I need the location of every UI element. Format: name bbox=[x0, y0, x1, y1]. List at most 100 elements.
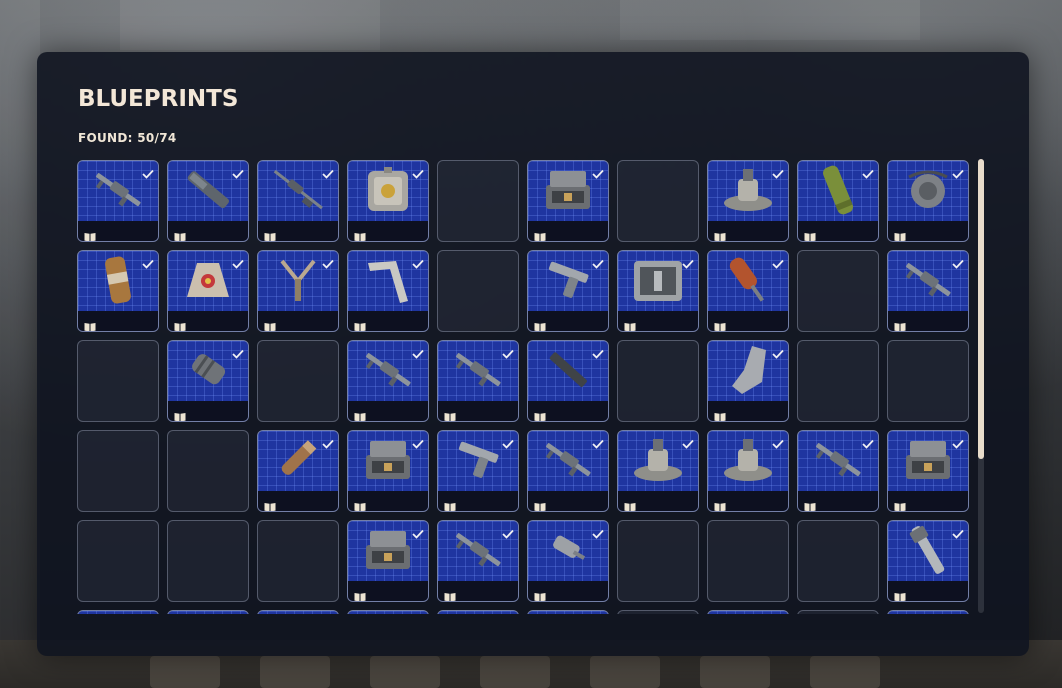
scrollbar[interactable] bbox=[978, 159, 984, 613]
open-book-icon bbox=[534, 227, 546, 241]
blueprint-slot-found[interactable] bbox=[887, 250, 969, 332]
checkmark-icon bbox=[952, 434, 964, 449]
rod-icon bbox=[905, 522, 951, 582]
case-icon bbox=[362, 527, 414, 577]
blueprint-slot-partial[interactable] bbox=[77, 610, 159, 614]
open-book-icon bbox=[624, 317, 636, 331]
open-book-icon bbox=[894, 497, 906, 511]
barrel-icon bbox=[542, 346, 594, 398]
blueprint-slot-found[interactable] bbox=[77, 250, 159, 332]
blueprint-slot-empty[interactable] bbox=[257, 520, 339, 602]
rifle-icon bbox=[900, 260, 956, 304]
blueprint-slot-empty[interactable] bbox=[887, 340, 969, 422]
blueprint-grid-viewport[interactable] bbox=[77, 160, 972, 614]
blueprint-slot-found[interactable] bbox=[437, 520, 519, 602]
blueprint-slot-found[interactable] bbox=[527, 250, 609, 332]
blueprint-slot-found[interactable] bbox=[887, 520, 969, 602]
blueprint-slot-found[interactable] bbox=[347, 250, 429, 332]
blueprint-slot-found[interactable] bbox=[347, 340, 429, 422]
blueprint-slot-found[interactable] bbox=[707, 430, 789, 512]
blueprint-slot-empty[interactable] bbox=[167, 520, 249, 602]
slingshot-icon bbox=[272, 255, 324, 309]
blueprint-slot-found[interactable] bbox=[257, 250, 339, 332]
blueprint-slot-found[interactable] bbox=[347, 160, 429, 242]
blueprint-slot-found[interactable] bbox=[527, 160, 609, 242]
blueprint-slot-found[interactable] bbox=[797, 160, 879, 242]
blueprint-slot-found[interactable] bbox=[77, 160, 159, 242]
blueprint-slot-partial[interactable] bbox=[167, 610, 249, 614]
background-beam bbox=[620, 0, 920, 40]
blueprint-art bbox=[168, 611, 248, 614]
blueprint-slot-found[interactable] bbox=[707, 160, 789, 242]
blueprint-slot-found[interactable] bbox=[437, 430, 519, 512]
blueprint-slot-empty[interactable] bbox=[617, 610, 699, 614]
checkmark-icon bbox=[862, 434, 874, 449]
checkmark-icon bbox=[502, 434, 514, 449]
checkmark-icon bbox=[322, 164, 334, 179]
blueprint-slot-partial[interactable] bbox=[257, 610, 339, 614]
checkmark-icon bbox=[412, 344, 424, 359]
pistol-icon bbox=[542, 256, 594, 308]
blueprint-slot-empty[interactable] bbox=[77, 430, 159, 512]
blueprint-slot-empty[interactable] bbox=[797, 250, 879, 332]
blueprint-slot-found[interactable] bbox=[887, 160, 969, 242]
blueprint-slot-found[interactable] bbox=[617, 250, 699, 332]
checkmark-icon bbox=[952, 254, 964, 269]
open-book-icon bbox=[534, 407, 546, 421]
blueprint-slot-found[interactable] bbox=[167, 160, 249, 242]
blueprint-slot-found[interactable] bbox=[257, 160, 339, 242]
blueprint-slot-found[interactable] bbox=[257, 430, 339, 512]
blueprint-slot-empty[interactable] bbox=[617, 340, 699, 422]
blueprint-slot-found[interactable] bbox=[707, 340, 789, 422]
blueprint-slot-empty[interactable] bbox=[797, 520, 879, 602]
open-book-icon bbox=[444, 407, 456, 421]
blueprint-slot-empty[interactable] bbox=[437, 160, 519, 242]
background-slot bbox=[480, 656, 550, 688]
background-beam bbox=[0, 0, 40, 640]
blueprint-slot-found[interactable] bbox=[617, 430, 699, 512]
blueprint-slot-empty[interactable] bbox=[77, 340, 159, 422]
blueprint-slot-found[interactable] bbox=[707, 250, 789, 332]
blueprint-art bbox=[348, 611, 428, 614]
blueprint-slot-found[interactable] bbox=[797, 430, 879, 512]
blueprint-slot-empty[interactable] bbox=[167, 430, 249, 512]
blueprint-slot-empty[interactable] bbox=[797, 610, 879, 614]
checkmark-icon bbox=[592, 254, 604, 269]
blueprint-slot-partial[interactable] bbox=[347, 610, 429, 614]
open-book-icon bbox=[354, 587, 366, 601]
open-book-icon bbox=[354, 317, 366, 331]
rifle-icon bbox=[450, 350, 506, 394]
blueprint-slot-found[interactable] bbox=[527, 520, 609, 602]
open-book-icon bbox=[894, 227, 906, 241]
blueprint-slot-partial[interactable] bbox=[527, 610, 609, 614]
rifle-icon bbox=[90, 170, 146, 214]
blueprint-slot-found[interactable] bbox=[437, 340, 519, 422]
blueprint-slot-partial[interactable] bbox=[437, 610, 519, 614]
crate-icon bbox=[364, 165, 412, 219]
blueprint-slot-found[interactable] bbox=[167, 250, 249, 332]
scrollbar-thumb[interactable] bbox=[978, 159, 984, 459]
blueprint-slot-partial[interactable] bbox=[707, 610, 789, 614]
blueprint-slot-found[interactable] bbox=[527, 430, 609, 512]
open-book-icon bbox=[174, 317, 186, 331]
open-book-icon bbox=[534, 497, 546, 511]
blueprint-slot-empty[interactable] bbox=[257, 340, 339, 422]
open-book-icon bbox=[84, 317, 96, 331]
blueprint-slot-found[interactable] bbox=[347, 520, 429, 602]
checkmark-icon bbox=[322, 254, 334, 269]
shell-icon bbox=[271, 435, 325, 489]
blueprint-slot-found[interactable] bbox=[347, 430, 429, 512]
rifle-icon bbox=[540, 440, 596, 484]
open-book-icon bbox=[534, 317, 546, 331]
open-book-icon bbox=[354, 407, 366, 421]
blueprint-slot-found[interactable] bbox=[527, 340, 609, 422]
blueprint-slot-empty[interactable] bbox=[437, 250, 519, 332]
blueprint-slot-empty[interactable] bbox=[707, 520, 789, 602]
blueprint-slot-empty[interactable] bbox=[617, 160, 699, 242]
blueprint-slot-empty[interactable] bbox=[797, 340, 879, 422]
blueprint-slot-found[interactable] bbox=[167, 340, 249, 422]
blueprint-slot-partial[interactable] bbox=[887, 610, 969, 614]
blueprint-slot-empty[interactable] bbox=[77, 520, 159, 602]
blueprint-slot-found[interactable] bbox=[887, 430, 969, 512]
blueprint-slot-empty[interactable] bbox=[617, 520, 699, 602]
